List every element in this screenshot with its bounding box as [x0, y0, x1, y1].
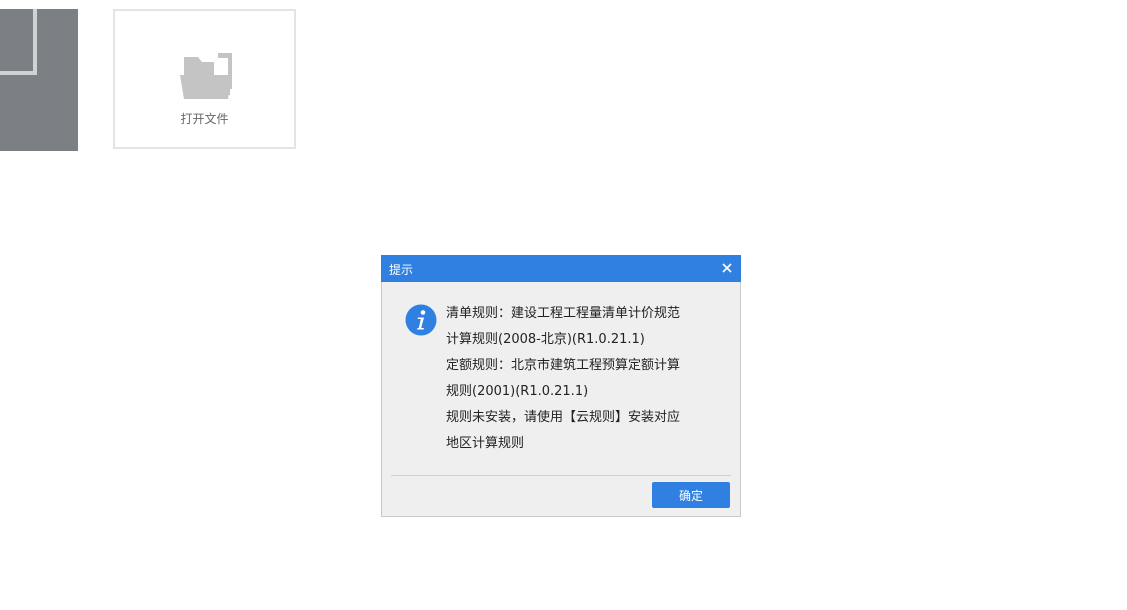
- message-line: 清单规则：建设工程工程量清单计价规范: [446, 306, 681, 321]
- prompt-dialog: 提示 清单规则：建设工程工程量清单计价规范 计算规则(2008-北京)(R1.0…: [381, 255, 741, 517]
- message-line: 计算规则(2008-北京)(R1.0.21.1): [446, 332, 645, 347]
- thumbnail-frame-line: [33, 9, 37, 75]
- dialog-divider: [391, 475, 731, 476]
- message-line: 规则未安装，请使用【云规则】安装对应: [446, 410, 681, 425]
- message-line: 地区计算规则: [446, 436, 525, 451]
- info-icon: [405, 304, 437, 336]
- dialog-title: 提示: [389, 263, 414, 277]
- folder-icon: [180, 53, 232, 99]
- dialog-title-bar[interactable]: 提示: [381, 255, 741, 282]
- open-file-button[interactable]: 打开文件: [113, 9, 296, 149]
- close-icon[interactable]: [719, 260, 735, 276]
- message-line: 定额规则：北京市建筑工程预算定额计算: [446, 358, 681, 373]
- open-file-label: 打开文件: [180, 112, 229, 126]
- dialog-message: 清单规则：建设工程工程量清单计价规范 计算规则(2008-北京)(R1.0.21…: [446, 301, 716, 457]
- message-line: 规则(2001)(R1.0.21.1): [446, 384, 589, 399]
- recent-file-thumbnail[interactable]: [0, 9, 78, 151]
- confirm-button[interactable]: 确定: [652, 482, 730, 508]
- thumbnail-frame-line: [0, 71, 37, 75]
